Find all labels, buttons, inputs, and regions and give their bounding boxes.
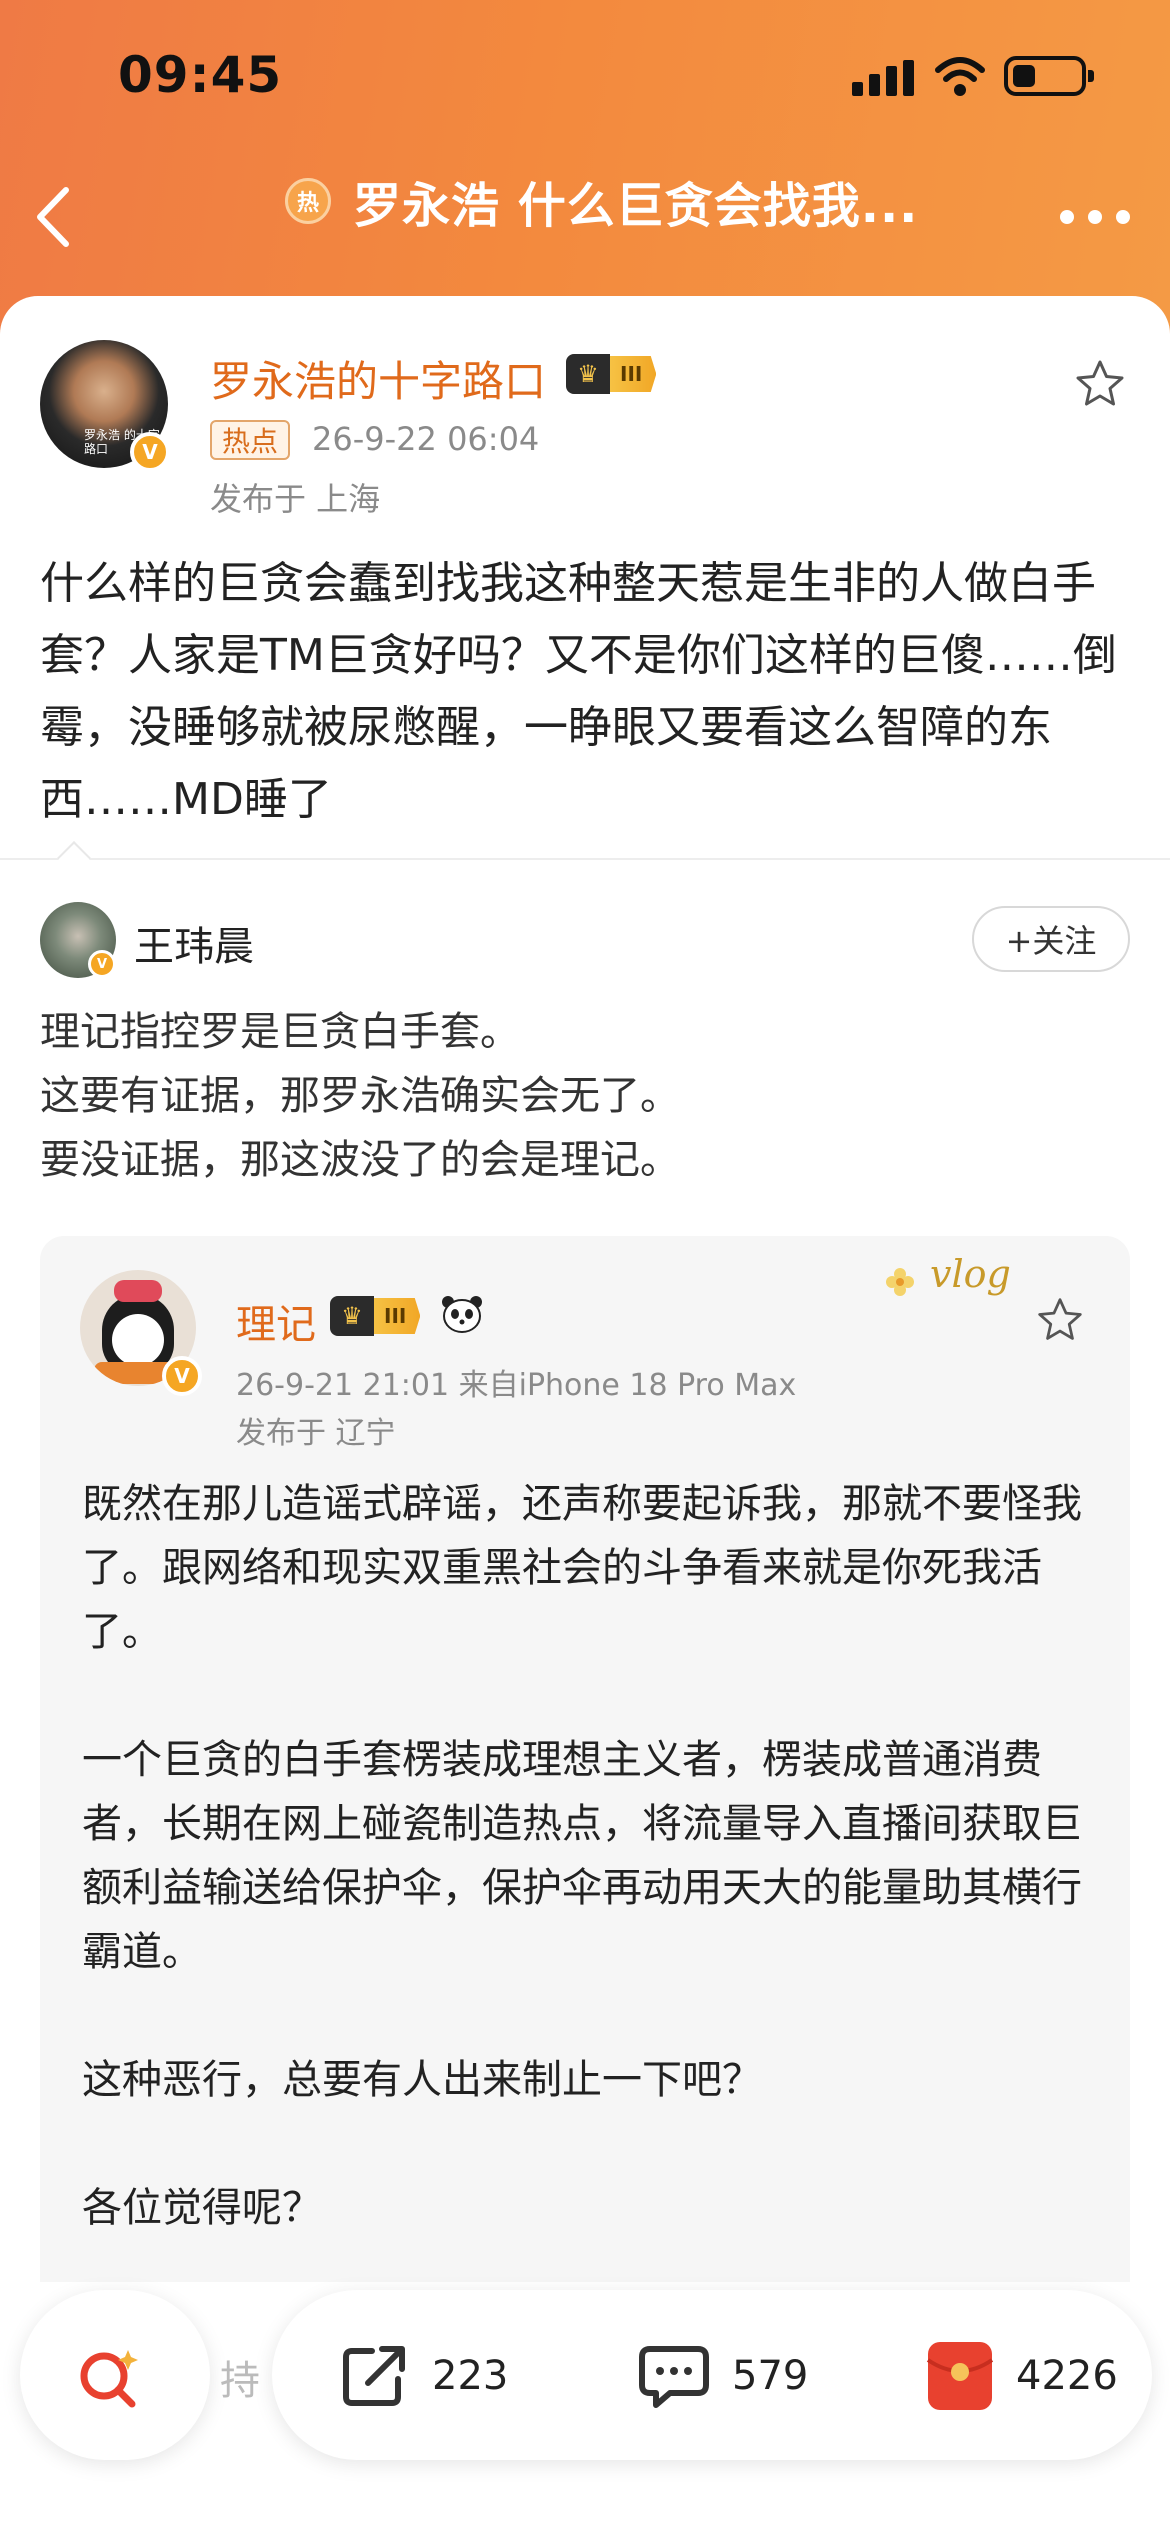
quoted-post-timestamp: 26-9-21 21:01 来自iPhone 18 Pro Max — [236, 1368, 797, 1403]
page-title: 罗永浩 什么巨贪会找我... — [353, 178, 919, 234]
like-count: 4226 — [1016, 2353, 1118, 2399]
search-icon — [80, 2350, 138, 2408]
quoted-paragraph: 一个巨贪的白手套楞装成理想主义者，楞装成普通消费者，长期在网上碰瓷制造热点，将流… — [82, 1737, 1082, 1975]
comment-button[interactable]: 579 — [636, 2336, 808, 2416]
nav-title-bar: 热 罗永浩 什么巨贪会找我... — [285, 166, 918, 236]
vlog-badge: vlog — [930, 1252, 1011, 1296]
share-icon — [343, 2346, 405, 2406]
post-location: 发布于 上海 — [210, 480, 381, 518]
quoted-paragraph: 这种恶行，总要有人出来制止一下吧？ — [82, 2057, 762, 2103]
battery-icon — [1004, 56, 1094, 96]
divider — [0, 858, 1170, 860]
author-name[interactable]: 罗永浩的十字路口 — [210, 348, 546, 409]
comment-icon — [639, 2346, 709, 2408]
comment-count: 579 — [732, 2353, 809, 2399]
status-time: 09:45 — [118, 46, 283, 104]
member-level-badge: ♛ III — [330, 1296, 421, 1336]
quoted-post-location: 发布于 辽宁 — [236, 1416, 396, 1451]
comment-line: 理记指控罗是巨贪白手套。 — [40, 1009, 520, 1055]
member-level-badge: ♛ III — [566, 354, 657, 394]
verified-badge-icon: V — [88, 950, 116, 978]
panda-icon — [442, 1296, 482, 1333]
quoted-author-name[interactable]: 理记 — [236, 1292, 316, 1350]
crown-icon: ♛ — [330, 1296, 374, 1336]
commenter-name[interactable]: 王玮晨 — [134, 914, 254, 972]
crown-icon: ♛ — [566, 354, 610, 394]
quoted-paragraph: 各位觉得呢？ — [82, 2185, 322, 2231]
verified-badge-icon: V — [162, 1356, 202, 1396]
favorite-star-icon[interactable] — [1074, 358, 1126, 410]
flower-icon — [886, 1268, 914, 1296]
signal-icon — [852, 60, 916, 96]
favorite-star-icon[interactable] — [1036, 1296, 1084, 1344]
quoted-post-text: 既然在那儿造谣式辟谣，还声称要起诉我，那就不要怪我了。跟网络和现实双重黑社会的斗… — [82, 1472, 1092, 2240]
comment-line: 要没证据，那这波没了的会是理记。 — [40, 1137, 680, 1183]
quoted-paragraph: 既然在那儿造谣式辟谣，还声称要起诉我，那就不要怪我了。跟网络和现实双重黑社会的斗… — [82, 1481, 1082, 1655]
like-button[interactable]: 4226 — [924, 2336, 1118, 2416]
post-text: 什么样的巨贪会蠢到找我这种整天惹是生非的人做白手套？人家是TM巨贪好吗？又不是你… — [40, 558, 1117, 825]
comment-text: 理记指控罗是巨贪白手套。 这要有证据，那罗永浩确实会无了。 要没证据，那这波没了… — [40, 1000, 1140, 1192]
comment-input-hint: 持 — [220, 2358, 260, 2404]
hot-tag-badge: 热点 — [210, 420, 291, 460]
follow-button[interactable]: +关注 — [972, 906, 1130, 972]
share-count: 223 — [432, 2353, 509, 2399]
hot-topic-icon: 热 — [285, 178, 331, 224]
share-button[interactable]: 223 — [338, 2336, 508, 2416]
back-arrow-icon[interactable] — [30, 182, 80, 252]
post-timestamp: 26-9-22 06:04 — [312, 420, 540, 458]
verified-badge-icon: V — [130, 432, 170, 472]
red-packet-icon — [926, 2342, 994, 2410]
more-options-icon[interactable] — [1060, 210, 1130, 226]
comment-line: 这要有证据，那罗永浩确实会无了。 — [40, 1073, 680, 1119]
wifi-icon — [935, 57, 985, 96]
